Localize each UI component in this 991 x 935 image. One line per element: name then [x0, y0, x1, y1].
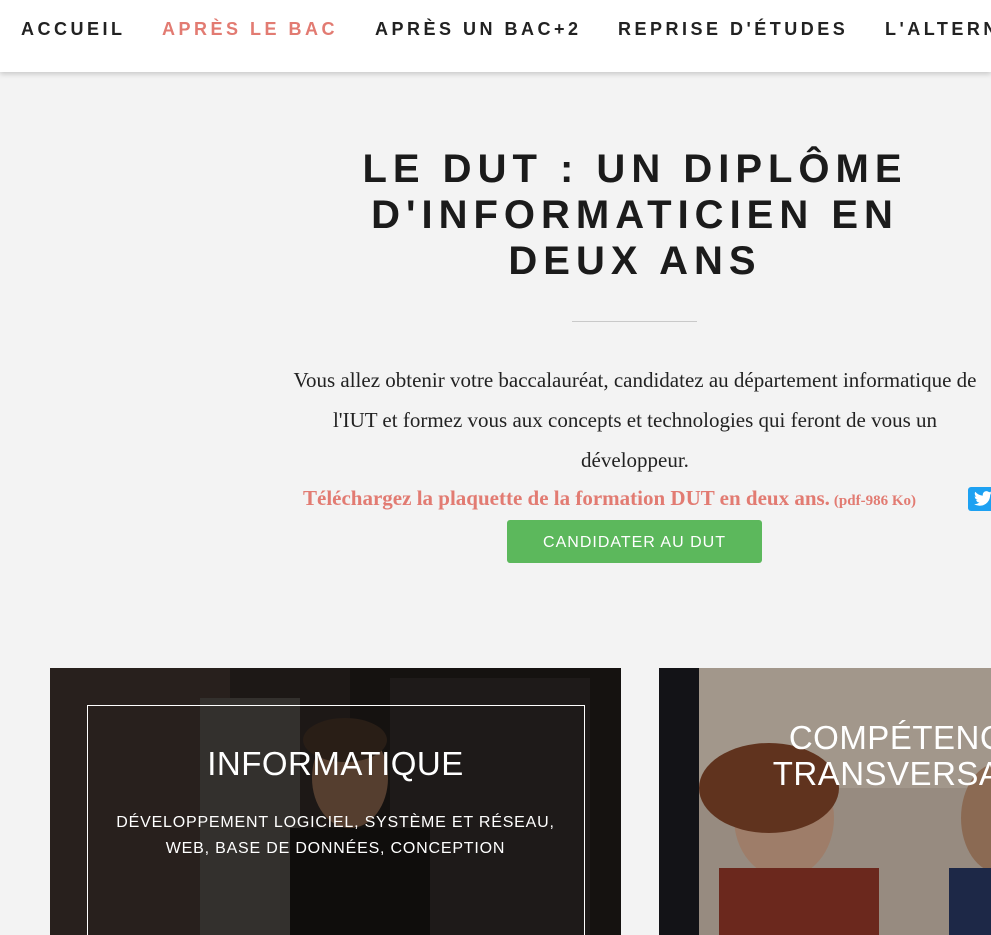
card-informatique[interactable]: INFORMATIQUE DÉVELOPPEMENT LOGICIEL, SYS… — [50, 668, 621, 935]
card-title: COMPÉTENCES TRANSVERSALES — [772, 719, 991, 792]
nav-item-alternance[interactable]: L'ALTERNANCE — [885, 19, 991, 40]
card-overlay — [659, 668, 991, 935]
download-brochure-link[interactable]: Téléchargez la plaquette de la formation… — [303, 486, 830, 510]
twitter-icon — [974, 491, 991, 506]
intro-text: Vous allez obtenir votre baccalauréat, c… — [293, 368, 977, 472]
nav-item-apres-le-bac[interactable]: APRÈS LE BAC — [162, 19, 338, 40]
download-line: Téléchargez la plaquette de la formation… — [303, 486, 916, 511]
card-subtitle: DÉVELOPPEMENT LOGICIEL, SYSTÈME ET RÉSEA… — [116, 814, 555, 857]
card-competences[interactable]: COMPÉTENCES TRANSVERSALES — [659, 668, 991, 935]
card-title: INFORMATIQUE — [207, 745, 464, 782]
nav-item-apres-un-bac2[interactable]: APRÈS UN BAC+2 — [375, 19, 582, 40]
nav-item-reprise-etudes[interactable]: REPRISE D'ÉTUDES — [618, 19, 848, 40]
file-info: (pdf-986 Ko) — [833, 493, 917, 509]
twitter-share-button[interactable] — [968, 487, 991, 511]
apply-dut-button[interactable]: CANDIDATER AU DUT — [507, 520, 762, 563]
nav-item-accueil[interactable]: ACCUEIL — [21, 19, 126, 40]
title-divider — [572, 321, 697, 322]
top-navigation: ACCUEIL APRÈS LE BAC APRÈS UN BAC+2 REPR… — [0, 0, 991, 72]
page-title: LE DUT : UN DIPLÔME D'INFORMATICIEN EN D… — [362, 147, 908, 283]
